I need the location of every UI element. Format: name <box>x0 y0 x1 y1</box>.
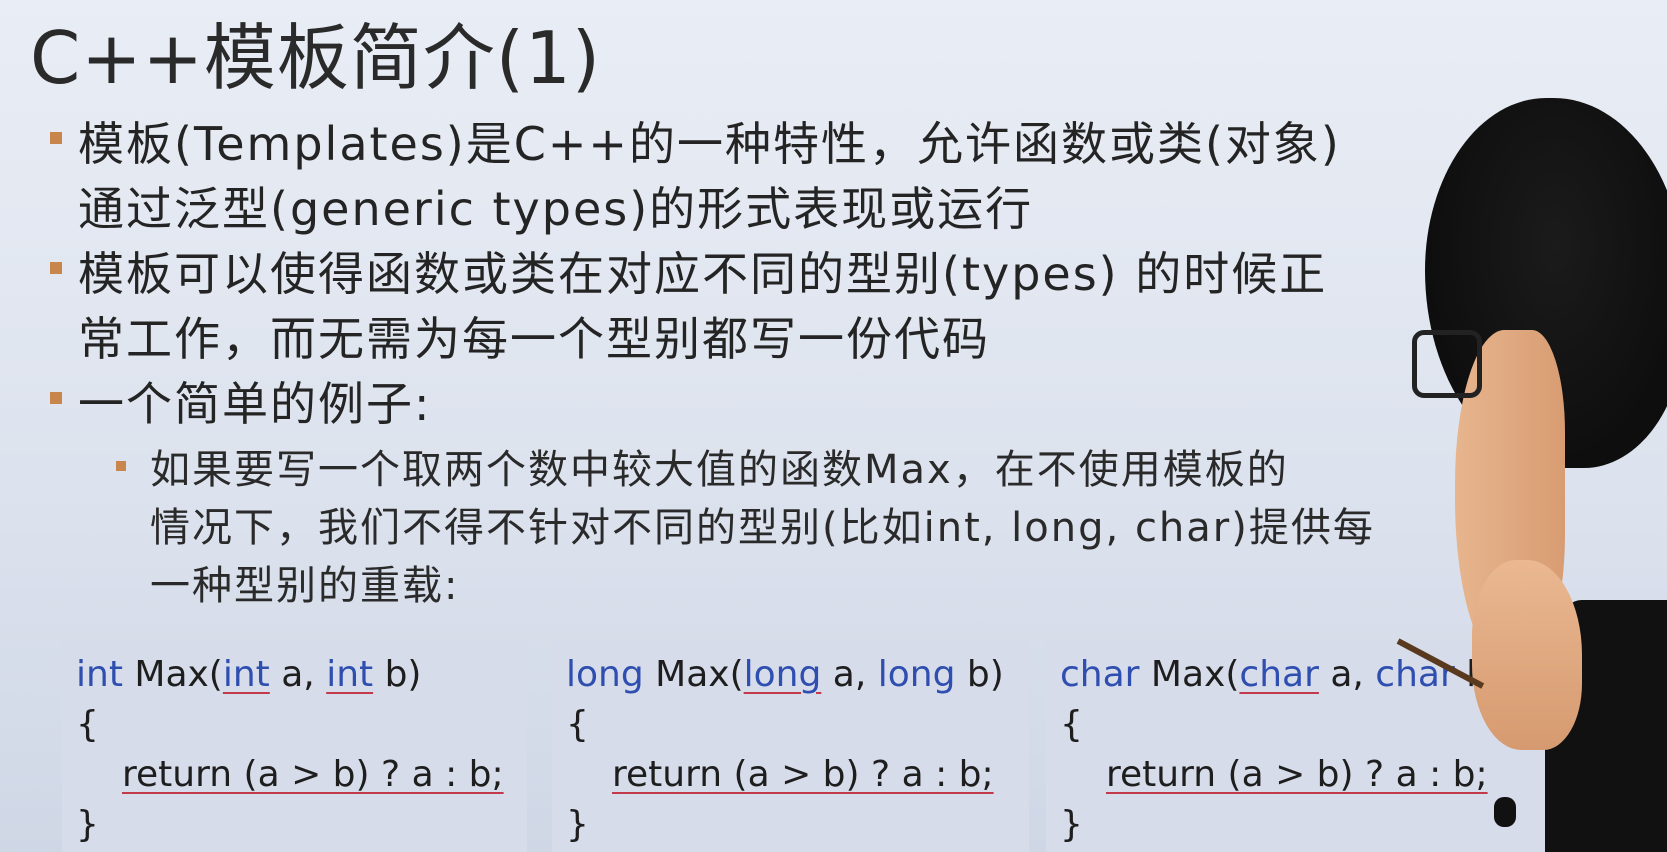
code-keyword: char <box>1239 654 1319 695</box>
bullet-item: 一个简单的例子: <box>48 372 1548 437</box>
code-keyword: long <box>566 654 644 695</box>
code-text: a, <box>1318 654 1376 695</box>
bullet-line: 通过泛型(generic types)的形式表现或运行 <box>78 182 1034 236</box>
code-keyword: int <box>76 654 123 695</box>
code-close-brace: } <box>566 804 589 845</box>
code-open-brace: { <box>566 704 589 745</box>
sub-bullet-line: 情况下，我们不得不针对不同的型别(比如int, long, char)提供每 <box>150 505 1375 551</box>
code-keyword: long <box>877 654 956 695</box>
microphone-icon <box>1494 797 1516 827</box>
bullet-item: 模板(Templates)是C++的一种特性，允许函数或类(对象) 通过泛型(g… <box>48 112 1548 242</box>
code-close-brace: } <box>76 804 99 845</box>
bullet-line: 模板(Templates)是C++的一种特性，允许函数或类(对象) <box>78 117 1341 171</box>
sub-bullet-item: 如果要写一个取两个数中较大值的函数Max，在不使用模板的 情况下，我们不得不针对… <box>110 441 1548 615</box>
bullet-line: 一个简单的例子: <box>78 377 432 431</box>
code-signature: long Max(long a, long b) <box>566 650 1029 700</box>
slide-title: C++模板简介(1) <box>30 16 601 100</box>
code-signature: int Max(int a, int b) <box>76 650 527 700</box>
code-text: a, <box>821 654 878 695</box>
code-block-long: long Max(long a, long b) { return (a > b… <box>552 640 1029 852</box>
code-body: return (a > b) ? a : b; <box>122 754 504 795</box>
code-text: Max( <box>643 654 744 695</box>
code-text: b) <box>373 654 422 695</box>
code-keyword: char <box>1060 654 1140 695</box>
code-block-int: int Max(int a, int b) { return (a > b) ?… <box>62 640 527 852</box>
code-text: b) <box>955 654 1004 695</box>
code-close-brace: } <box>1060 804 1083 845</box>
code-open-brace: { <box>76 704 99 745</box>
code-text: Max( <box>1139 654 1240 695</box>
code-keyword: int <box>222 654 270 695</box>
code-keyword: long <box>743 654 822 695</box>
slide: C++模板简介(1) 模板(Templates)是C++的一种特性，允许函数或类… <box>0 0 1667 852</box>
code-body: return (a > b) ? a : b; <box>612 754 994 795</box>
sub-bullet-line: 一种型别的重载: <box>150 563 460 609</box>
bullet-line: 模板可以使得函数或类在对应不同的型别(types) 的时候正 <box>78 247 1328 301</box>
sub-bullet-line: 如果要写一个取两个数中较大值的函数Max，在不使用模板的 <box>150 447 1289 493</box>
presenter-glasses <box>1412 330 1482 398</box>
code-body: return (a > b) ? a : b; <box>1106 754 1488 795</box>
code-keyword: int <box>326 654 374 695</box>
code-keyword: char <box>1375 654 1455 695</box>
bullet-list: 模板(Templates)是C++的一种特性，允许函数或类(对象) 通过泛型(g… <box>48 112 1548 615</box>
presenter-hand <box>1472 560 1582 750</box>
bullet-item: 模板可以使得函数或类在对应不同的型别(types) 的时候正 常工作，而无需为每… <box>48 242 1548 372</box>
bullet-line: 常工作，而无需为每一个型别都写一份代码 <box>78 312 990 366</box>
code-text: Max( <box>122 654 223 695</box>
code-text: a, <box>269 654 327 695</box>
